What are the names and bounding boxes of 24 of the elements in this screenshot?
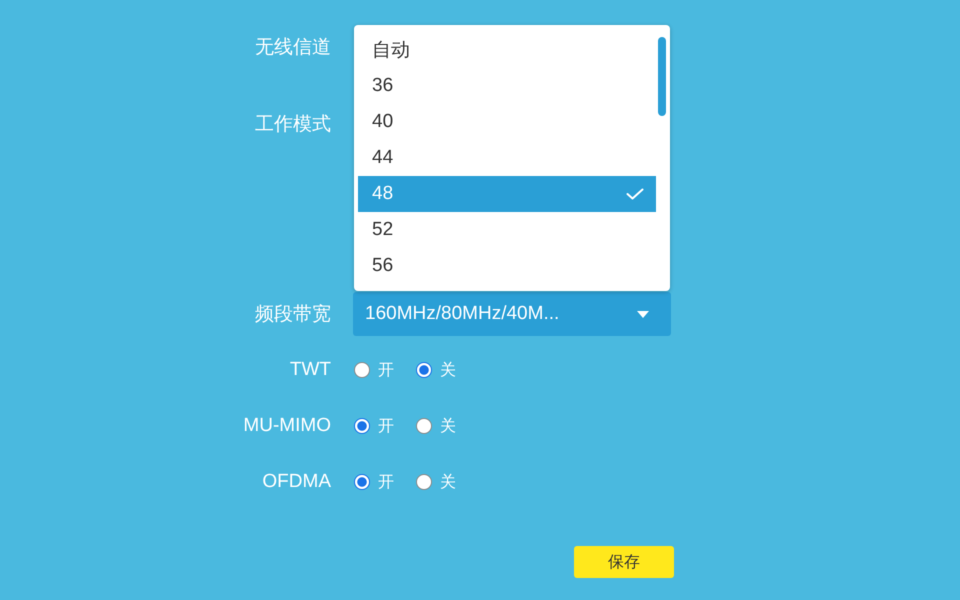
dropdown-option[interactable]: 48	[358, 176, 656, 212]
dropdown-option[interactable]: 44	[358, 140, 656, 176]
radio-option[interactable]: 关	[416, 416, 456, 436]
check-icon	[626, 188, 644, 200]
radio-option[interactable]: 关	[416, 360, 456, 380]
dropdown-option[interactable]: 56	[358, 248, 656, 284]
dropdown-option[interactable]: 自动	[358, 32, 656, 68]
field-label: 工作模式	[255, 113, 331, 137]
select-field[interactable]: 160MHz/80MHz/40M...	[353, 292, 671, 336]
dropdown-option[interactable]: 36	[358, 68, 656, 104]
radio-option[interactable]: 开	[354, 472, 394, 492]
field-label: OFDMA	[262, 471, 331, 493]
field-label: MU-MIMO	[243, 415, 331, 437]
radio-option[interactable]: 开	[354, 360, 394, 380]
dropdown-option[interactable]: 52	[358, 212, 656, 248]
caret-icon	[637, 310, 649, 318]
scrollbar-thumb[interactable]	[658, 37, 666, 116]
save-button[interactable]: 保存	[574, 546, 674, 578]
field-label: 无线信道	[255, 36, 331, 60]
radio-option[interactable]: 开	[354, 416, 394, 436]
radio-option[interactable]: 关	[416, 472, 456, 492]
field-label: 频段带宽	[255, 303, 331, 327]
dropdown-option[interactable]: 40	[358, 104, 656, 140]
field-label: TWT	[290, 359, 331, 381]
